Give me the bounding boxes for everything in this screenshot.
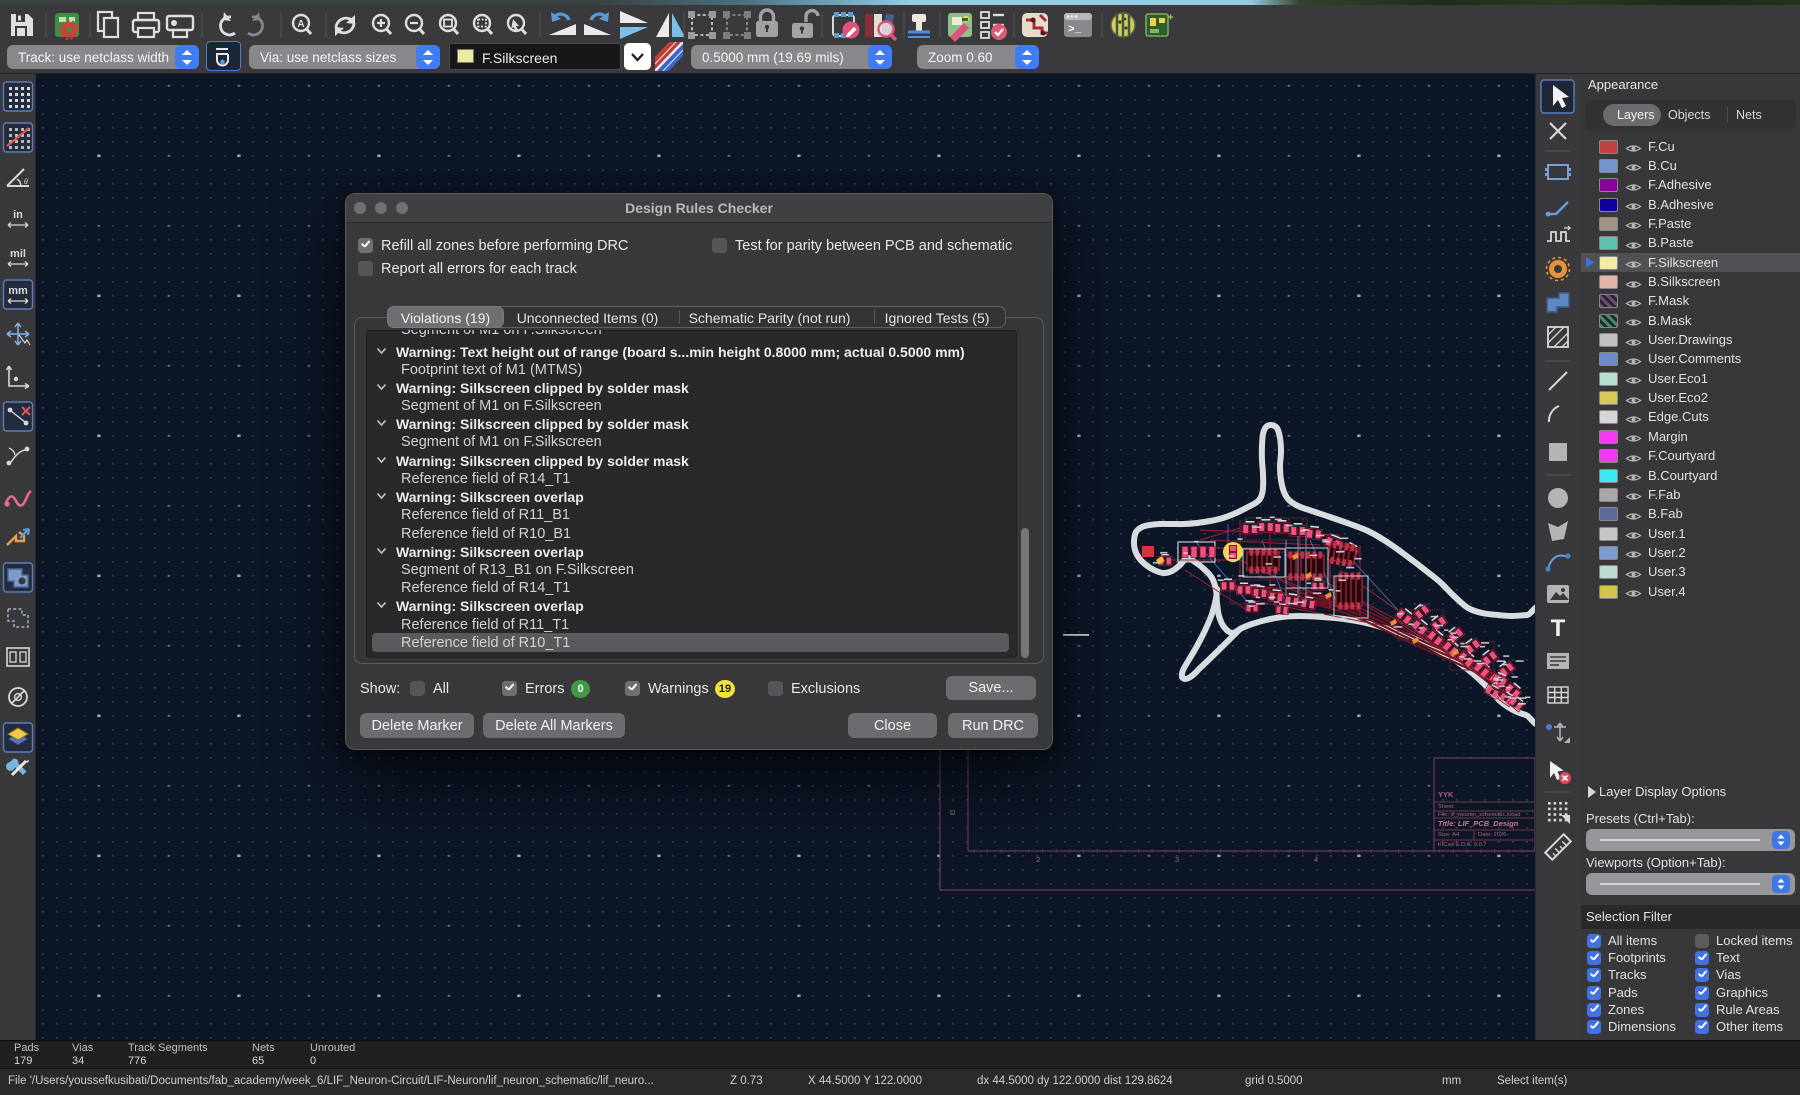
svg-text:3: 3 xyxy=(1175,855,1179,864)
svg-text:KiCad E.D.A. 9.0.7: KiCad E.D.A. 9.0.7 xyxy=(1438,842,1487,848)
svg-text:in: in xyxy=(13,209,23,221)
svg-text:θ: θ xyxy=(24,179,28,186)
svg-text:D: D xyxy=(950,808,956,817)
svg-text:>_: >_ xyxy=(1068,24,1082,36)
svg-text:Title: LIF_PCB_Design: Title: LIF_PCB_Design xyxy=(1438,819,1519,828)
svg-text:Date: 2026-: Date: 2026- xyxy=(1478,832,1508,838)
svg-text:4: 4 xyxy=(1314,855,1318,864)
svg-text:Size: A4: Size: A4 xyxy=(1438,832,1460,838)
svg-text:2: 2 xyxy=(1036,855,1040,864)
svg-text:File: lif_neuron_schematic.kic: File: lif_neuron_schematic.kicad xyxy=(1438,812,1520,818)
svg-text:mil: mil xyxy=(10,248,26,260)
svg-text:A: A xyxy=(297,19,304,30)
svg-text:Sheet:: Sheet: xyxy=(1438,804,1455,810)
svg-text:mm: mm xyxy=(8,285,28,297)
svg-text:T: T xyxy=(1551,615,1566,642)
svg-text:YYK: YYK xyxy=(1438,790,1454,799)
